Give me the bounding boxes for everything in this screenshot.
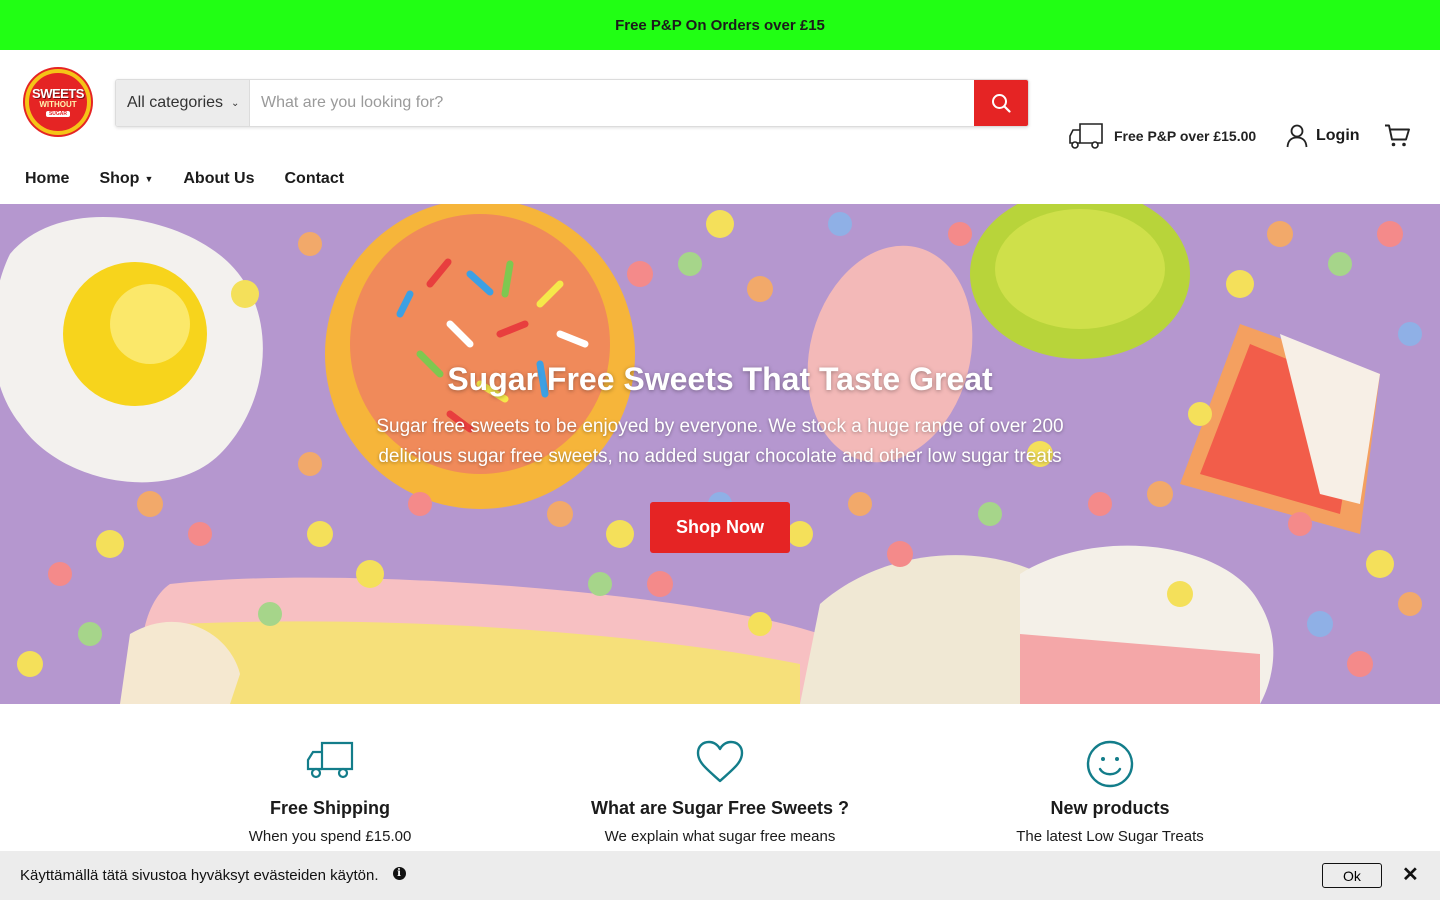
truck-icon	[1069, 123, 1103, 149]
cookie-text: Käyttämällä tätä sivustoa hyväksyt eväst…	[20, 867, 379, 884]
main-nav: Home Shop ▼ About Us Contact	[0, 154, 1440, 204]
feature-subtitle: The latest Low Sugar Treats	[1016, 828, 1204, 845]
search-button[interactable]	[974, 80, 1028, 126]
chevron-down-icon: ⌄	[231, 97, 240, 109]
cart-icon	[1385, 124, 1410, 147]
nav-item-label: Home	[25, 170, 70, 187]
category-select[interactable]: All categories ⌄	[116, 80, 250, 126]
logo-text-2: WITHOUT	[39, 100, 77, 109]
hero-content: Sugar Free Sweets That Taste Great Sugar…	[0, 204, 1440, 704]
category-select-label: All categories	[127, 94, 224, 111]
nav-item-home[interactable]: Home	[25, 170, 69, 188]
search-icon	[992, 94, 1011, 113]
hero-banner: Sugar Free Sweets That Taste Great Sugar…	[0, 204, 1440, 704]
login-label: Login	[1316, 127, 1360, 144]
feature-subtitle: When you spend £15.00	[248, 828, 412, 845]
logo-text-3: SUGAR	[45, 111, 71, 117]
feature-what-are-sugar-free-sweets[interactable]: What are Sugar Free Sweets ? We explain …	[540, 740, 900, 845]
shop-now-button[interactable]: Shop Now	[650, 502, 790, 553]
cookie-banner: Käyttämällä tätä sivustoa hyväksyt eväst…	[0, 851, 1440, 900]
nav-item-label: Shop	[99, 170, 140, 187]
promo-text: Free P&P On Orders over £15	[615, 16, 825, 34]
truck-icon	[306, 741, 354, 779]
smiley-icon	[1086, 740, 1134, 788]
logo-text-1: SWEETS	[32, 86, 84, 101]
feature-free-shipping[interactable]: Free Shipping When you spend £15.00	[150, 740, 510, 845]
feature-subtitle: We explain what sugar free means	[604, 828, 836, 845]
nav-item-shop[interactable]: Shop ▼	[99, 170, 153, 188]
header: SWEETS WITHOUT SUGAR All categories ⌄ Fr…	[0, 50, 1440, 154]
search-bar: All categories ⌄	[115, 79, 1029, 127]
shipping-text: Free P&P over £15.00	[1114, 128, 1257, 144]
nav-item-about-us[interactable]: About Us	[183, 170, 254, 188]
close-icon[interactable]: ✕	[1402, 865, 1419, 885]
feature-new-products[interactable]: New products The latest Low Sugar Treats	[930, 740, 1290, 845]
nav-item-label: Contact	[284, 170, 345, 187]
feature-title: New products	[1050, 798, 1170, 818]
hero-text: Sugar free sweets to be enjoyed by every…	[376, 416, 1064, 467]
info-icon[interactable]: i	[392, 867, 406, 880]
nav-item-contact[interactable]: Contact	[284, 170, 344, 188]
feature-title: Free Shipping	[269, 798, 390, 818]
feature-title: What are Sugar Free Sweets ?	[590, 798, 850, 818]
login-link[interactable]: Login	[1286, 124, 1360, 148]
nav-item-label: About Us	[183, 170, 255, 187]
cookie-ok-button[interactable]: Ok	[1322, 863, 1382, 888]
cart-button[interactable]	[1384, 124, 1410, 153]
chevron-down-icon: ▼	[144, 174, 154, 184]
site-logo[interactable]: SWEETS WITHOUT SUGAR	[25, 69, 91, 135]
hero-title: Sugar Free Sweets That Taste Great	[447, 361, 993, 397]
user-icon	[1286, 124, 1308, 148]
heart-icon	[696, 740, 744, 783]
features-section: Free Shipping When you spend £15.00 What…	[0, 704, 1440, 854]
promo-bar: Free P&P On Orders over £15	[0, 0, 1440, 50]
search-input[interactable]	[250, 80, 974, 126]
shipping-info[interactable]: Free P&P over £15.00	[1068, 121, 1256, 151]
